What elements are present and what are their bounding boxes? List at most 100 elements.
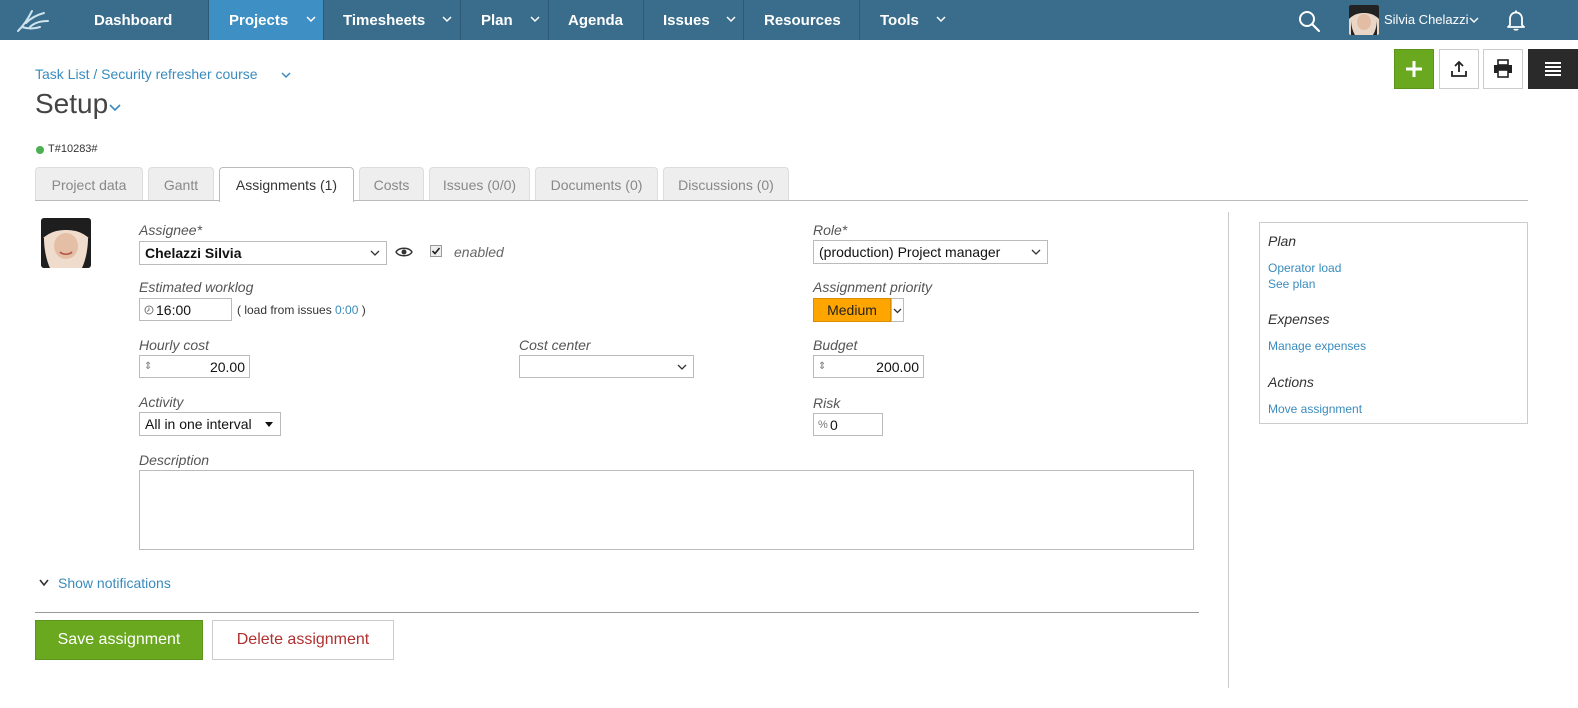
nav-tools[interactable]: Tools — [860, 0, 960, 40]
tab-documents[interactable]: Documents (0) — [535, 167, 658, 201]
percent-prefix: % — [818, 418, 828, 431]
status-dot — [36, 146, 44, 154]
move-assignment-link[interactable]: Move assignment — [1268, 402, 1362, 416]
worklog-value: 16:00 — [156, 301, 192, 318]
tab-label: Documents (0) — [550, 176, 643, 193]
nav-plan[interactable]: Plan — [461, 0, 549, 40]
nav-agenda-label: Agenda — [568, 12, 624, 29]
chevron-down-icon — [306, 16, 316, 23]
top-navbar: Dashboard Projects Timesheets Plan Agend… — [0, 0, 1578, 40]
manage-expenses-link[interactable]: Manage expenses — [1268, 339, 1366, 353]
role-value: (production) Project manager — [819, 244, 1001, 260]
tab-discussions[interactable]: Discussions (0) — [663, 167, 789, 201]
worklog-input[interactable]: 16:00 — [139, 298, 232, 321]
tab-label: Costs — [373, 176, 410, 193]
logo-icon[interactable] — [14, 5, 54, 35]
nav-dashboard[interactable]: Dashboard — [78, 0, 209, 40]
side-plan-title: Plan — [1268, 233, 1297, 249]
nav-agenda[interactable]: Agenda — [549, 0, 644, 40]
task-code: T#10283# — [48, 143, 98, 155]
operator-load-link[interactable]: Operator load — [1268, 261, 1341, 275]
assignee-label: Assignee* — [139, 222, 203, 238]
print-button[interactable] — [1483, 49, 1523, 89]
description-textarea[interactable] — [139, 470, 1194, 550]
nav-plan-label: Plan — [481, 12, 513, 29]
caret-down-icon — [265, 422, 273, 427]
worklog-note: ( load from issues 0:00 ) — [237, 303, 366, 317]
plus-icon — [1406, 61, 1422, 77]
nav-resources[interactable]: Resources — [744, 0, 860, 40]
enabled-label: enabled — [454, 244, 504, 260]
assignee-value: Chelazzi Silvia — [145, 245, 242, 261]
role-select[interactable]: (production) Project manager — [813, 240, 1048, 264]
side-panel: Plan Operator load See plan Expenses Man… — [1259, 222, 1528, 424]
budget-label: Budget — [813, 337, 858, 353]
search-icon[interactable] — [1297, 9, 1321, 33]
page-title: Setup — [35, 88, 109, 119]
eye-icon[interactable] — [395, 246, 413, 258]
priority-dropdown[interactable] — [891, 298, 904, 322]
add-button[interactable] — [1394, 49, 1434, 89]
nav-resources-label: Resources — [764, 12, 841, 29]
spinner-icon[interactable]: ⇕ — [144, 361, 152, 372]
chevron-down-icon[interactable] — [38, 578, 50, 588]
nav-timesheets-label: Timesheets — [343, 12, 426, 29]
priority-select[interactable]: Medium — [813, 298, 891, 322]
user-name[interactable]: Silvia Chelazzi — [1384, 12, 1469, 27]
worklog-label: Estimated worklog — [139, 279, 254, 295]
priority-label: Assignment priority — [813, 279, 933, 295]
show-notifications-link[interactable]: Show notifications — [58, 575, 171, 591]
chevron-down-icon — [530, 16, 540, 23]
tab-assignments[interactable]: Assignments (1) — [219, 167, 354, 202]
hourly-cost-value: 20.00 — [209, 358, 245, 375]
nav-timesheets[interactable]: Timesheets — [324, 0, 461, 40]
see-plan-link[interactable]: See plan — [1268, 277, 1315, 291]
chevron-down-icon[interactable] — [1468, 14, 1480, 26]
hourly-cost-input[interactable]: ⇕ 20.00 — [139, 355, 250, 378]
form-divider — [35, 612, 1199, 613]
hamburger-icon — [1545, 62, 1561, 76]
nav-projects[interactable]: Projects — [209, 0, 324, 40]
assignee-select[interactable]: Chelazzi Silvia — [139, 241, 387, 265]
tab-label: Assignments (1) — [235, 177, 338, 193]
activity-label: Activity — [139, 394, 184, 410]
role-label: Role* — [813, 222, 848, 238]
chevron-down-icon — [677, 364, 687, 370]
hourly-cost-label: Hourly cost — [139, 337, 210, 353]
budget-input[interactable]: ⇕ 200.00 — [813, 355, 924, 378]
nav-issues[interactable]: Issues — [644, 0, 744, 40]
chevron-down-icon — [726, 16, 736, 23]
side-expenses-title: Expenses — [1268, 311, 1330, 327]
chevron-down-icon[interactable] — [108, 102, 122, 114]
tab-costs[interactable]: Costs — [359, 167, 424, 201]
tab-project-data[interactable]: Project data — [35, 167, 143, 201]
assignee-avatar — [41, 218, 91, 268]
tab-label: Discussions (0) — [678, 176, 774, 193]
worklog-note-suffix: ) — [361, 303, 366, 317]
export-button[interactable] — [1439, 49, 1479, 89]
worklog-load-link[interactable]: 0:00 — [335, 303, 358, 317]
nav-issues-label: Issues — [663, 12, 710, 29]
chevron-down-icon[interactable] — [280, 69, 292, 81]
breadcrumb[interactable]: Task List / Security refresher course — [35, 66, 258, 82]
risk-input[interactable]: % 0 — [813, 413, 883, 436]
user-avatar[interactable] — [1349, 5, 1379, 35]
tab-label: Gantt — [163, 176, 199, 193]
delete-assignment-button[interactable]: Delete assignment — [212, 620, 394, 660]
description-label: Description — [139, 452, 210, 468]
enabled-checkbox[interactable] — [430, 245, 442, 257]
chevron-down-icon — [893, 308, 902, 314]
tab-issues[interactable]: Issues (0/0) — [429, 167, 530, 201]
bell-icon[interactable] — [1504, 8, 1528, 32]
spinner-icon[interactable]: ⇕ — [818, 361, 826, 372]
save-assignment-button[interactable]: Save assignment — [35, 620, 203, 660]
chevron-down-icon — [442, 16, 452, 23]
nav-projects-label: Projects — [229, 12, 289, 29]
tab-gantt[interactable]: Gantt — [148, 167, 214, 201]
upload-icon — [1451, 60, 1467, 77]
risk-label: Risk — [813, 395, 841, 411]
activity-select[interactable]: All in one interval — [139, 412, 281, 436]
vertical-divider — [1228, 212, 1229, 688]
menu-button[interactable] — [1528, 49, 1578, 89]
cost-center-select[interactable] — [519, 355, 694, 378]
